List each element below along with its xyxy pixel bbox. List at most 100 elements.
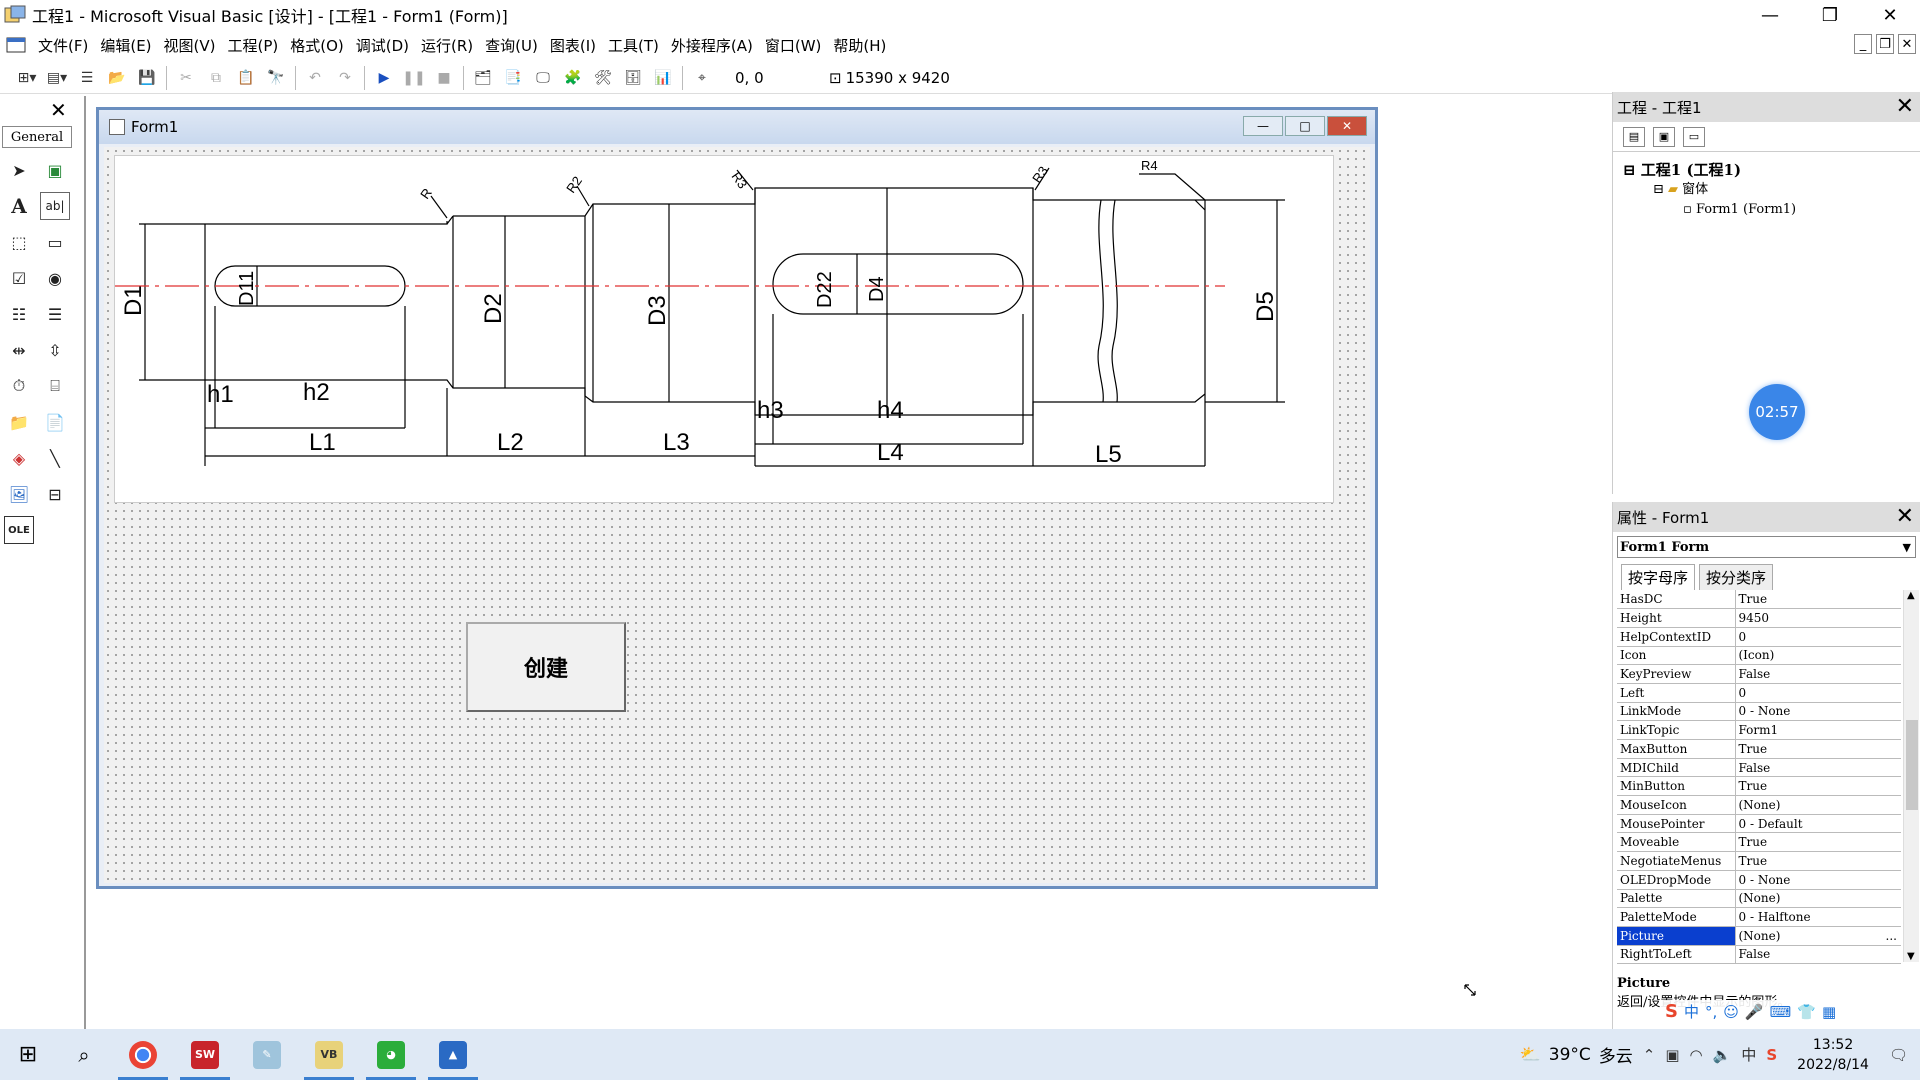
menu-file[interactable]: 文件(F)	[34, 35, 96, 56]
scroll-up-icon[interactable]: ▲	[1907, 590, 1915, 601]
ellipsis-button[interactable]: ...	[1886, 929, 1897, 943]
property-value[interactable]: True	[1735, 832, 1901, 853]
menu-project[interactable]: 工程(P)	[224, 35, 287, 56]
property-value[interactable]: True	[1735, 851, 1901, 871]
property-row[interactable]: Moveable True	[1617, 832, 1901, 853]
tree-node-forms-folder[interactable]: ⊟ ▰ 窗体	[1623, 180, 1920, 200]
taskbar-app-notes[interactable]: ✎	[236, 1029, 298, 1080]
shaft-drawing-picturebox[interactable]: D1 D11 D2 D3 D22 D4 D5 h1 h2 h3 h4 L1 L2…	[114, 155, 1334, 503]
property-value[interactable]: Form1	[1735, 720, 1901, 740]
dirlistbox-tool-icon[interactable]: 📁	[4, 408, 34, 436]
property-row[interactable]: MaxButton True	[1617, 739, 1901, 759]
windows-start-icon[interactable]: ⊞	[0, 1029, 56, 1080]
combobox-tool-icon[interactable]: ☷	[4, 300, 34, 328]
vscrollbar-tool-icon[interactable]: ⇳	[40, 336, 70, 364]
minimize-button[interactable]: —	[1740, 0, 1800, 30]
frame-tool-icon[interactable]: ⬚	[4, 228, 34, 256]
property-row[interactable]: PaletteMode 0 - Halftone	[1617, 907, 1901, 927]
add-project-icon[interactable]: ⊞▾	[14, 66, 40, 90]
start-icon[interactable]: ▶	[371, 66, 397, 90]
property-value[interactable]: True	[1735, 739, 1901, 759]
toolbox-close-icon[interactable]: ✕	[50, 98, 67, 122]
property-row[interactable]: HasDC True	[1617, 590, 1901, 610]
checkbox-tool-icon[interactable]: ☑	[4, 264, 34, 292]
property-row[interactable]: Height 9450	[1617, 608, 1901, 628]
property-row[interactable]: LinkMode 0 - None	[1617, 702, 1901, 722]
label-tool-icon[interactable]: A	[4, 192, 34, 220]
view-object-icon[interactable]: ▣	[1653, 126, 1675, 147]
scrollbar-thumb[interactable]	[1906, 720, 1918, 810]
find-icon[interactable]: 🔭	[263, 66, 289, 90]
menu-query[interactable]: 查询(U)	[481, 35, 546, 56]
property-row[interactable]: MinButton True	[1617, 776, 1901, 797]
wifi-icon[interactable]: ◠	[1690, 1046, 1703, 1064]
picturebox-tool-icon[interactable]: ▣	[40, 156, 70, 184]
properties-window-icon[interactable]: 📑	[500, 66, 526, 90]
textbox-tool-icon[interactable]: ab|	[40, 192, 70, 220]
commandbutton-tool-icon[interactable]: ▭	[40, 228, 70, 256]
volume-icon[interactable]: 🔈	[1713, 1046, 1732, 1064]
component-manager-icon[interactable]: 📊	[650, 66, 676, 90]
tree-node-form1[interactable]: ▫ Form1 (Form1)	[1623, 200, 1920, 220]
taskbar-app-photos[interactable]: ▲	[422, 1029, 484, 1080]
save-project-icon[interactable]: 💾	[134, 66, 160, 90]
break-icon[interactable]: ❚❚	[401, 66, 427, 90]
menu-diagram[interactable]: 图表(I)	[546, 35, 604, 56]
mdi-restore-button[interactable]: ❐	[1876, 34, 1894, 54]
sogou-tray-icon[interactable]: S	[1766, 1046, 1777, 1064]
open-project-icon[interactable]: 📂	[104, 66, 130, 90]
notification-icon[interactable]: 🗨	[1889, 1046, 1908, 1064]
hscrollbar-tool-icon[interactable]: ⇹	[4, 336, 34, 364]
property-row[interactable]: OLEDropMode 0 - None	[1617, 870, 1901, 890]
add-form-icon[interactable]: ▤▾	[44, 66, 70, 90]
weather-widget[interactable]: ⛅ 39°C 多云	[1520, 1042, 1633, 1068]
property-value[interactable]: False	[1735, 945, 1901, 965]
cut-icon[interactable]: ✂	[173, 66, 199, 90]
menu-view[interactable]: 视图(V)	[160, 35, 224, 56]
property-row[interactable]: NegotiateMenus True	[1617, 851, 1901, 871]
view-code-icon[interactable]: ▤	[1623, 126, 1645, 147]
object-selector-dropdown[interactable]: Form1 Form ▼	[1617, 536, 1916, 558]
property-row[interactable]: LinkTopic Form1	[1617, 720, 1901, 740]
property-value[interactable]: 0 - Halftone	[1735, 907, 1901, 927]
form1-caption[interactable]: Form1 — □ ✕	[99, 110, 1375, 144]
line-tool-icon[interactable]: ╲	[40, 444, 70, 472]
property-row[interactable]: KeyPreview False	[1617, 664, 1901, 684]
object-browser-icon[interactable]: 🧩	[560, 66, 586, 90]
project-panel-close-icon[interactable]: ✕	[1896, 94, 1914, 119]
property-row[interactable]: Palette (None)	[1617, 889, 1901, 909]
property-row[interactable]: Picture (None)...	[1617, 926, 1901, 946]
taskbar-app-wechat[interactable]: ◕	[360, 1029, 422, 1080]
property-value[interactable]: True	[1735, 590, 1901, 610]
mdi-close-button[interactable]: ✕	[1898, 34, 1916, 54]
menu-editor-icon[interactable]: ☰	[74, 66, 100, 90]
paste-icon[interactable]: 📋	[233, 66, 259, 90]
create-button[interactable]: 创建	[466, 622, 626, 712]
chevron-up-icon[interactable]: ⌃	[1643, 1046, 1656, 1064]
property-value[interactable]: 9450	[1735, 608, 1901, 628]
toolbox-tab-general[interactable]: General	[2, 126, 72, 148]
device-icon[interactable]: ▣	[1665, 1046, 1679, 1064]
taskbar-app-solidworks[interactable]: SW	[174, 1029, 236, 1080]
menu-debug[interactable]: 调试(D)	[352, 35, 417, 56]
property-row[interactable]: Icon (Icon)	[1617, 646, 1901, 666]
property-value[interactable]: 0	[1735, 683, 1901, 703]
property-row[interactable]: MDIChild False	[1617, 758, 1901, 778]
pointer-tool-icon[interactable]: ➤	[4, 156, 34, 184]
form-layout-icon[interactable]: 🖵	[530, 66, 556, 90]
property-row[interactable]: Left 0	[1617, 683, 1901, 703]
filelistbox-tool-icon[interactable]: 📄	[40, 408, 70, 436]
resize-grip-icon[interactable]	[1464, 984, 1476, 996]
optionbutton-tool-icon[interactable]: ◉	[40, 264, 70, 292]
taskbar-app-chrome[interactable]	[112, 1029, 174, 1080]
ole-tool-icon[interactable]: OLE	[4, 516, 34, 544]
end-icon[interactable]: ■	[431, 66, 457, 90]
property-value[interactable]: (None)	[1735, 889, 1901, 909]
listbox-tool-icon[interactable]: ☰	[40, 300, 70, 328]
form1-client-area[interactable]: D1 D11 D2 D3 D22 D4 D5 h1 h2 h3 h4 L1 L2…	[104, 147, 1370, 883]
property-row[interactable]: MouseIcon (None)	[1617, 795, 1901, 815]
property-value[interactable]: 0 - None	[1735, 702, 1901, 722]
property-value[interactable]: 0 - Default	[1735, 814, 1901, 834]
shape-tool-icon[interactable]: ◈	[4, 444, 34, 472]
image-tool-icon[interactable]: 🖼	[4, 480, 34, 508]
